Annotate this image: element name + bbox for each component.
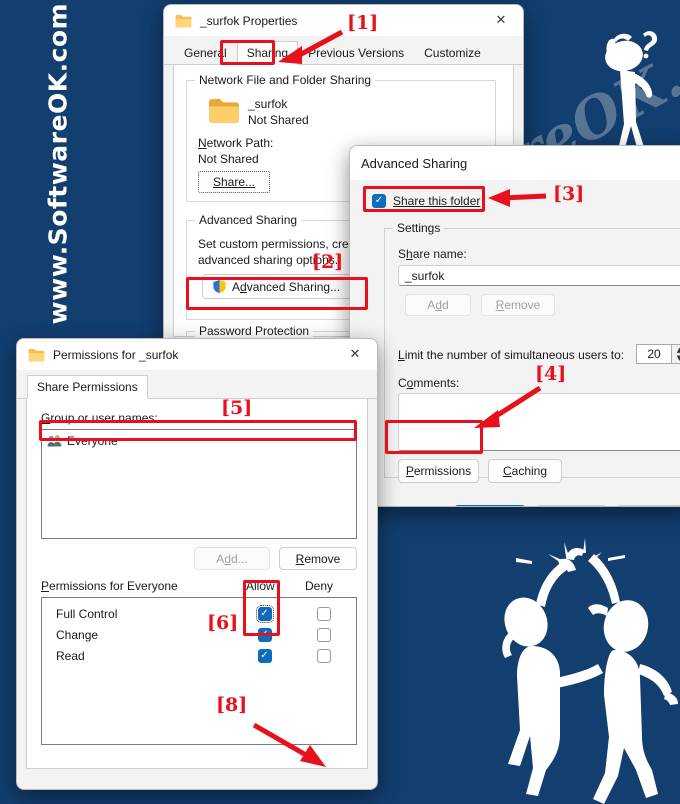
table-row[interactable]: Read ✓ [42,645,356,666]
limit-users-value: 20 [647,347,661,361]
comments-input[interactable] [398,393,680,451]
callout-label-6: [6] [207,612,239,634]
callout-label-5: [5] [221,397,253,419]
remove-permission-label: Remove [295,551,341,566]
allow-column-header: Allow [246,579,275,593]
advanced-sharing-legend: Advanced Sharing [195,213,302,227]
permissions-button-label: Permissions [405,464,472,478]
allow-cell[interactable]: ✓ [235,604,294,623]
settings-legend: Settings [393,221,445,235]
network-path-label: Network Path: [198,136,274,150]
allow-checkbox[interactable]: ✓ [255,604,274,623]
folder-icon-large [209,99,239,123]
password-protection-legend: Password Protection [195,324,314,338]
permissions-dialog: Permissions for _surfok ✕ Share Permissi… [16,338,378,790]
share-permissions-page: Group or user names: Everyone Add... Rem… [26,399,368,769]
permissions-for-everyone-label: Permissions for Everyone [41,579,178,593]
limit-users-stepper[interactable]: 20 ▲ ▼ [636,344,680,364]
permission-name: Read [56,648,85,663]
tab-share-permissions[interactable]: Share Permissions [27,375,148,399]
advanced-sharing-button[interactable]: Advanced Sharing... [202,274,370,299]
permissions-tabstrip: Share Permissions [17,375,377,399]
advanced-sharing-button-label: Advanced Sharing... [232,279,341,294]
shared-folder-status: Not Shared [248,113,309,127]
advanced-sharing-dialog: Advanced Sharing ✓ Share this folder Set… [349,145,680,507]
thinking-stick-figure-icon [605,31,658,151]
deny-checkbox[interactable] [316,606,331,621]
share-this-folder-checkbox[interactable]: ✓ [372,194,386,208]
properties-titlebar: _surfok Properties ✕ [164,5,523,36]
tab-previous-versions[interactable]: Previous Versions [298,41,414,64]
network-path-label-text: etwork Path: [206,136,274,150]
callout-label-1: [1] [347,12,379,34]
add-share-name-label: Add [427,298,449,312]
tab-sharing[interactable]: Sharing [236,41,299,65]
permissions-body: Share Permissions Group or user names: E… [17,375,377,769]
users-group-icon [47,435,62,447]
shield-icon [213,279,226,294]
table-row[interactable]: Full Control ✓ [42,603,356,624]
caching-button[interactable]: Caching [488,459,562,483]
comments-label: Comments: [398,376,460,390]
remove-share-name-label: Remove [495,298,541,312]
permissions-title: Permissions for _surfok [53,347,179,362]
share-name-input[interactable]: _surfok [398,265,680,286]
close-icon[interactable]: ✕ [479,5,523,36]
caching-button-label: Caching [502,464,548,478]
site-watermark: www.SoftwareOK.com :-) [43,0,73,325]
allow-checkbox[interactable]: ✓ [257,648,272,663]
permissions-listbox[interactable]: Full Control ✓ Change ✓ Read ✓ [41,597,357,745]
callout-label-3: [3] [553,183,585,205]
allow-cell[interactable]: ✓ [235,648,294,663]
limit-users-label: Limit the number of simultaneous users t… [398,348,625,362]
callout-label-4: [4] [535,363,567,385]
callout-label-8: [8] [216,694,248,716]
allow-cell[interactable]: ✓ [235,627,294,642]
callout-label-2: [2] [312,251,344,273]
deny-cell[interactable] [294,627,353,642]
advanced-sharing-cancel-button[interactable]: Cancel [535,505,607,506]
add-permission-label: Add... [216,551,248,566]
permissions-button[interactable]: Permissions [398,459,479,483]
close-icon[interactable]: ✕ [333,339,377,370]
share-name-value: _surfok [405,268,445,283]
folder-icon [28,348,45,361]
share-name-label: Share name: [398,247,467,261]
deny-checkbox[interactable] [316,627,331,642]
advanced-sharing-title: Advanced Sharing [361,155,468,171]
advanced-sharing-ok-button[interactable]: OK [454,505,526,506]
permissions-titlebar: Permissions for _surfok ✕ [17,339,377,370]
deny-cell[interactable] [294,648,353,663]
table-row[interactable]: Change ✓ [42,624,356,645]
group-user-name: Everyone [67,434,118,448]
group-users-listbox[interactable]: Everyone [41,429,357,539]
share-this-folder-row[interactable]: ✓ Share this folder [372,194,480,208]
add-permission-button[interactable]: Add... [194,547,270,570]
allow-checkbox[interactable]: ✓ [257,627,272,642]
properties-tabstrip: General Sharing Previous Versions Custom… [164,41,523,65]
remove-permission-button[interactable]: Remove [279,547,357,570]
properties-title: _surfok Properties [200,13,298,28]
group-or-user-names-label: Group or user names: [41,411,158,425]
high-five-stick-figures-icon [502,538,678,804]
add-share-name-button[interactable]: Add [405,294,471,316]
stepper-arrows-icon[interactable]: ▲ ▼ [671,345,680,363]
advanced-sharing-apply-button[interactable]: Apply [616,505,680,506]
shared-folder-name: _surfok [248,97,288,111]
deny-column-header: Deny [305,579,334,593]
advanced-sharing-body: ✓ Share this folder Settings Share name:… [350,180,680,506]
share-button-label: Share... [212,175,256,189]
network-path-value: Not Shared [198,152,259,166]
folder-icon [175,14,192,27]
network-sharing-legend: Network File and Folder Sharing [195,73,376,87]
remove-share-name-button[interactable]: Remove [481,294,555,316]
list-item[interactable]: Everyone [42,430,356,452]
tab-general[interactable]: General [174,41,237,64]
share-button[interactable]: Share... [198,171,270,193]
tab-customize[interactable]: Customize [414,41,491,64]
deny-cell[interactable] [294,606,353,621]
deny-checkbox[interactable] [316,648,331,663]
share-this-folder-label: Share this folder [393,194,481,208]
advanced-sharing-titlebar: Advanced Sharing [350,146,680,180]
